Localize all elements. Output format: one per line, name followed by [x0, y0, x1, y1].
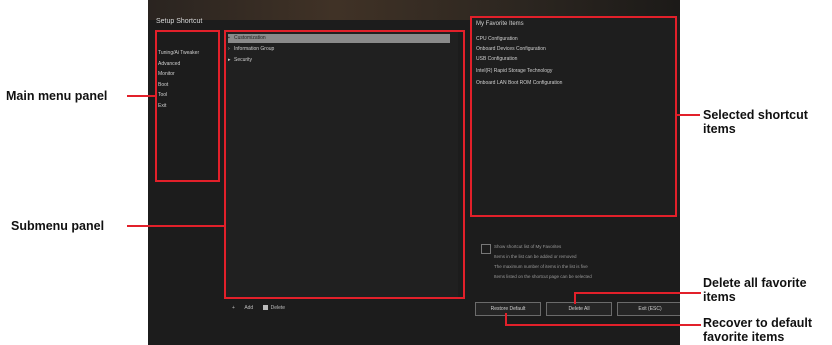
callout-line: items	[703, 122, 736, 136]
exit-button[interactable]: Exit (ESC)	[617, 302, 680, 316]
screen-title: Setup Shortcut	[156, 18, 203, 25]
main-menu-leader-line	[127, 95, 156, 97]
shortcut-leader-line	[676, 114, 700, 116]
delete-icon[interactable]	[262, 305, 268, 311]
submenu-panel-callout: Submenu panel	[11, 219, 105, 233]
main-menu-panel-callout: Main menu panel	[6, 89, 108, 103]
add-label[interactable]: Add	[244, 305, 253, 311]
help-text: The maximum number of items in the list …	[494, 264, 588, 269]
callout-line: Delete all favorite	[703, 276, 807, 290]
restore-default-leader-drop	[505, 313, 507, 325]
delete-label[interactable]: Delete	[271, 305, 285, 311]
callout-line: favorite items	[703, 330, 785, 344]
delete-all-leader-drop	[574, 292, 576, 304]
selected-shortcut-items-callout: Selected shortcut items	[703, 108, 808, 136]
delete-all-leader-line	[574, 292, 701, 294]
restore-default-button[interactable]: Restore Default	[475, 302, 541, 316]
bottom-toolbar: + Add Delete	[232, 305, 293, 315]
main-menu-highlight-box	[155, 30, 220, 182]
delete-all-favorite-items-callout: Delete all favorite items	[703, 276, 807, 304]
callout-line: Selected shortcut	[703, 108, 808, 122]
help-text: Items in the list can be added or remove…	[494, 254, 577, 259]
restore-default-leader-line	[505, 324, 701, 326]
recover-default-favorite-items-callout: Recover to default favorite items	[703, 316, 812, 344]
add-icon[interactable]: +	[232, 305, 235, 311]
callout-line: items	[703, 290, 736, 304]
show-shortcut-checkbox[interactable]	[481, 244, 491, 254]
help-text: Items listed on the shortcut page can be…	[494, 274, 592, 279]
shortcut-items-highlight-box	[470, 16, 677, 217]
callout-line: Recover to default	[703, 316, 813, 330]
submenu-leader-line	[127, 225, 225, 227]
delete-all-button[interactable]: Delete All	[546, 302, 612, 316]
help-text: Show shortcut list of My Favorites	[494, 244, 562, 249]
submenu-highlight-box	[224, 30, 465, 299]
